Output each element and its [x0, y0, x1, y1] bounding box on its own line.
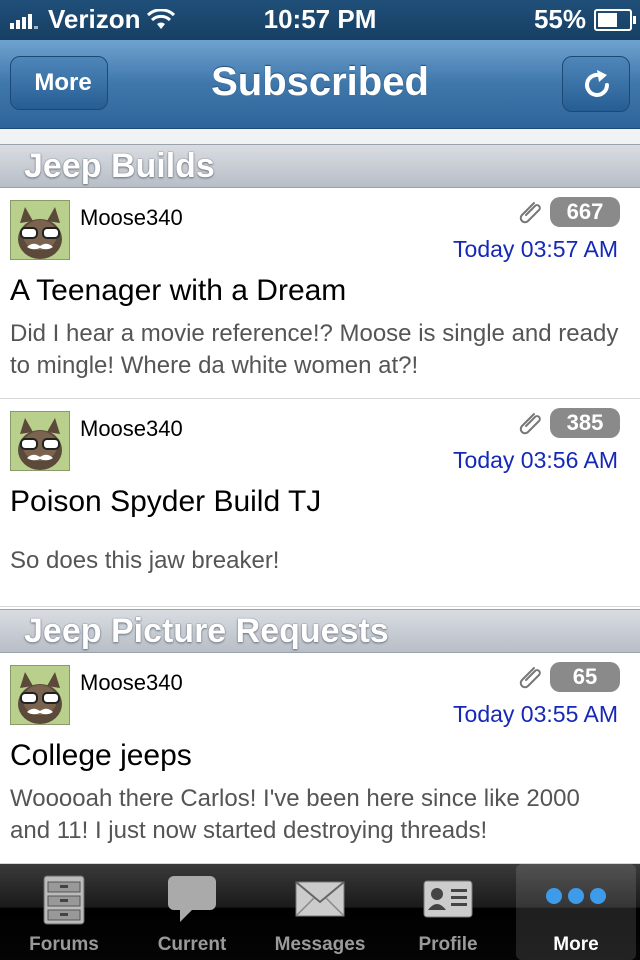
id-card-icon	[423, 880, 473, 918]
battery-status: 55%	[533, 4, 636, 35]
tab-label: Messages	[274, 934, 366, 955]
thread-title: A Teenager with a Dream	[10, 274, 347, 307]
thread-row[interactable]: Moose340 65 Today 03:55 AM College jeeps…	[0, 653, 640, 864]
tab-messages[interactable]: Messages	[256, 864, 384, 960]
reply-count-badge: 385	[550, 408, 620, 438]
battery-icon	[594, 8, 636, 31]
battery-percent: 55%	[533, 4, 586, 34]
tab-current[interactable]: Current	[128, 864, 256, 960]
speech-bubble-icon	[168, 876, 216, 922]
section-header: Jeep Builds	[0, 144, 640, 188]
tab-profile[interactable]: Profile	[384, 864, 512, 960]
envelope-icon	[295, 881, 345, 917]
thread-row[interactable]: Moose340 385 Today 03:56 AM Poison Spyde…	[0, 399, 640, 607]
tab-label: Profile	[418, 934, 478, 955]
reply-count-badge: 667	[550, 197, 620, 227]
cabinet-icon	[43, 875, 85, 925]
thread-date: Today 03:55 AM	[453, 701, 618, 727]
refresh-icon	[585, 70, 609, 97]
avatar	[10, 411, 70, 471]
section-title: Jeep Picture Requests	[24, 612, 389, 650]
tab-bar: Forums Current Messages Profile More	[0, 864, 640, 960]
paperclip-icon	[519, 202, 541, 224]
avatar	[10, 665, 70, 725]
thread-date: Today 03:57 AM	[453, 236, 618, 262]
paperclip-icon	[519, 413, 541, 435]
tab-more[interactable]: More	[516, 864, 636, 960]
tab-forums[interactable]: Forums	[0, 864, 128, 960]
thread-author: Moose340	[80, 205, 183, 230]
thread-author: Moose340	[80, 416, 183, 441]
avatar	[10, 200, 70, 260]
section-title: Jeep Builds	[24, 147, 215, 185]
thread-row[interactable]: Moose340 667 Today 03:57 AM A Teenager w…	[0, 188, 640, 399]
thread-title: Poison Spyder Build TJ	[10, 485, 322, 518]
status-bar: Verizon 10:57 PM 55%	[0, 0, 640, 40]
paperclip-icon	[519, 667, 541, 689]
refresh-button[interactable]	[562, 56, 630, 112]
thread-excerpt: So does this jaw breaker!	[10, 547, 280, 574]
thread-excerpt: Did I hear a movie reference!? Moose is …	[10, 320, 619, 379]
thread-author: Moose340	[80, 670, 183, 695]
tab-label: More	[553, 934, 599, 955]
thread-title: College jeeps	[10, 739, 192, 772]
tab-label: Forums	[29, 934, 99, 955]
section-header: Jeep Picture Requests	[0, 609, 640, 653]
dots-icon	[546, 888, 606, 904]
search-strip	[0, 129, 640, 144]
page-title: Subscribed	[211, 60, 429, 104]
tab-label: Current	[157, 934, 227, 955]
navigation-bar: More Subscribed	[0, 40, 640, 129]
thread-excerpt: Wooooah there Carlos! I've been here sin…	[10, 785, 580, 844]
reply-count-badge: 65	[550, 662, 620, 692]
thread-date: Today 03:56 AM	[453, 447, 618, 473]
